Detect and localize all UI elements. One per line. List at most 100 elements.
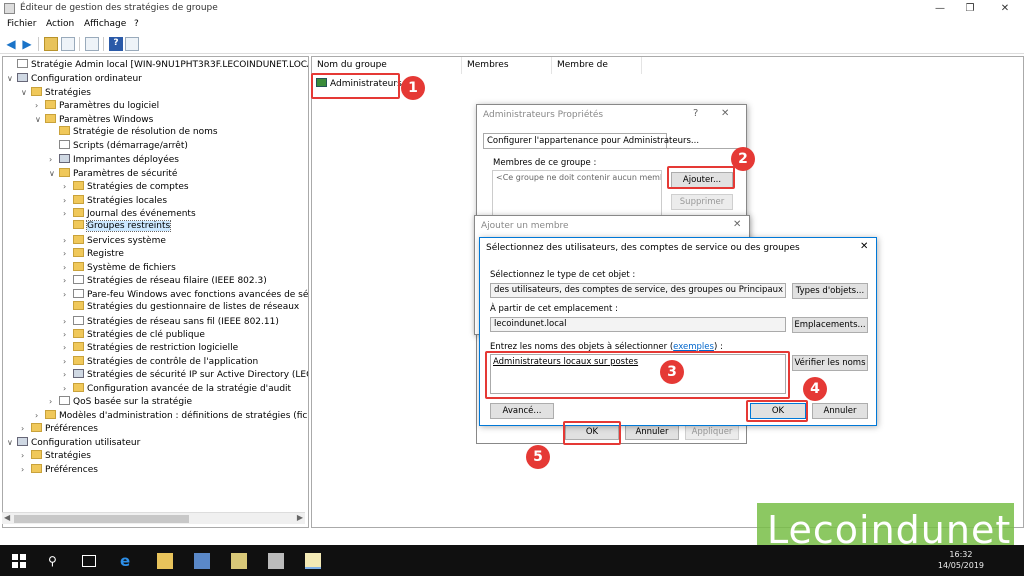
server-manager-icon[interactable] [194, 553, 210, 569]
collapsed-chevron-icon[interactable]: › [63, 207, 73, 220]
windows-start-icon[interactable] [12, 554, 26, 568]
collapsed-chevron-icon[interactable]: › [49, 395, 59, 408]
tree-item[interactable]: › Stratégies de sécurité IP sur Active Di… [63, 368, 308, 381]
collapsed-chevron-icon[interactable]: › [63, 194, 73, 207]
up-folder-icon[interactable] [44, 37, 58, 51]
tree-item[interactable]: › Stratégies de contrôle de l'application [63, 355, 258, 368]
tree-item[interactable]: › Préférences [21, 422, 98, 435]
collapsed-chevron-icon[interactable]: › [21, 422, 31, 435]
tree-item[interactable]: Scripts (démarrage/arrêt) [49, 139, 188, 153]
tree-item[interactable]: › Pare-feu Windows avec fonctions avancée… [63, 288, 308, 301]
object-types-button[interactable]: Types d'objets... [792, 283, 868, 299]
menu-affichage[interactable]: Affichage [84, 19, 126, 29]
column-header-member-of[interactable]: Membre de [552, 57, 642, 74]
tree-item[interactable]: ∨ Paramètres Windows [35, 113, 153, 126]
members-list[interactable]: <Ce groupe ne doit contenir aucun membre… [492, 170, 662, 216]
tree-horizontal-scrollbar[interactable]: ◀ ▶ [2, 512, 305, 524]
collapsed-chevron-icon[interactable]: › [35, 409, 45, 422]
tree-item[interactable]: Stratégies du gestionnaire de listes de … [63, 301, 299, 314]
tree-item[interactable]: Stratégie de résolution de noms [49, 126, 218, 139]
expanded-chevron-icon[interactable]: ∨ [7, 72, 17, 85]
advanced-button[interactable]: Avancé... [490, 403, 554, 419]
tree-item[interactable]: › Système de fichiers [63, 261, 176, 274]
close-icon[interactable]: ✕ [860, 241, 868, 252]
collapsed-chevron-icon[interactable]: › [63, 315, 73, 328]
tree-item[interactable]: ∨ Configuration utilisateur [7, 436, 140, 449]
tree-item[interactable]: › Stratégies de clé publique [63, 328, 205, 341]
properties-apply-button[interactable]: Appliquer [685, 424, 739, 440]
collapsed-chevron-icon[interactable]: › [63, 382, 73, 395]
export-list-icon[interactable] [85, 37, 99, 51]
tree-item[interactable]: › Paramètres du logiciel [35, 99, 159, 112]
tree-item[interactable]: › Configuration avancée de la stratégie d… [63, 382, 291, 395]
collapsed-chevron-icon[interactable]: › [63, 288, 73, 301]
show-tree-icon[interactable] [61, 37, 75, 51]
expanded-chevron-icon[interactable]: ∨ [49, 167, 59, 180]
collapsed-chevron-icon[interactable]: › [63, 328, 73, 341]
task-view-icon[interactable] [82, 555, 96, 567]
tree-pane[interactable]: Stratégie Admin local [WIN-9NU1PHT3R3F.L… [2, 56, 309, 528]
expanded-chevron-icon[interactable]: ∨ [35, 113, 45, 126]
tree-item[interactable]: › Stratégies locales [63, 194, 167, 207]
internet-explorer-icon[interactable]: e [120, 553, 136, 569]
tree-item[interactable]: › Registre [63, 247, 124, 260]
group-policy-editor-icon[interactable] [305, 553, 321, 569]
column-header-members[interactable]: Membres [462, 57, 552, 74]
menu-fichier[interactable]: Fichier [7, 19, 36, 29]
tree-item[interactable]: › Stratégies de comptes [63, 180, 189, 193]
collapsed-chevron-icon[interactable]: › [35, 99, 45, 112]
tree-item[interactable]: ∨ Configuration ordinateur [7, 72, 142, 85]
collapsed-chevron-icon[interactable]: › [21, 463, 31, 476]
tree-item[interactable]: › Stratégies de restriction logicielle [63, 341, 238, 354]
back-arrow-icon[interactable]: ◀ [4, 37, 18, 51]
scroll-left-icon[interactable]: ◀ [4, 513, 10, 522]
tree-item[interactable]: › Journal des événements [63, 207, 196, 220]
locations-button[interactable]: Emplacements... [792, 317, 868, 333]
expanded-chevron-icon[interactable]: ∨ [21, 86, 31, 99]
menu-action[interactable]: Action [46, 19, 74, 29]
check-names-button[interactable]: Vérifier les noms [792, 355, 868, 371]
tree-item[interactable]: Groupes restreints [63, 220, 172, 233]
tree-item[interactable]: › Imprimantes déployées [49, 153, 179, 166]
collapsed-chevron-icon[interactable]: › [63, 368, 73, 381]
tree-item[interactable]: › Stratégies [21, 449, 91, 462]
collapsed-chevron-icon[interactable]: › [63, 355, 73, 368]
tree-item[interactable]: › Préférences [21, 463, 98, 476]
collapsed-chevron-icon[interactable]: › [63, 274, 73, 287]
tree-item[interactable]: Stratégie Admin local [WIN-9NU1PHT3R3F.L… [7, 59, 308, 72]
collapsed-chevron-icon[interactable]: › [63, 341, 73, 354]
maximize-icon[interactable]: ❐ [955, 1, 985, 17]
help-icon[interactable]: ? [109, 37, 123, 51]
expanded-chevron-icon[interactable]: ∨ [7, 436, 17, 449]
tree-item[interactable]: ∨ Stratégies [21, 86, 91, 99]
help-icon[interactable]: ? [693, 108, 698, 119]
tools-icon[interactable] [231, 553, 247, 569]
collapsed-chevron-icon[interactable]: › [21, 449, 31, 462]
mmc-icon[interactable] [268, 553, 284, 569]
collapsed-chevron-icon[interactable]: › [63, 247, 73, 260]
select-cancel-button[interactable]: Annuler [812, 403, 868, 419]
menu-help[interactable]: ? [134, 19, 139, 29]
tree-item[interactable]: › Services système [63, 234, 166, 247]
collapsed-chevron-icon[interactable]: › [63, 261, 73, 274]
tab-membership[interactable]: Configurer l'appartenance pour Administr… [483, 133, 699, 149]
tree-item[interactable]: › Stratégies de réseau sans fil (IEEE 802… [63, 315, 279, 328]
properties-cancel-button[interactable]: Annuler [625, 424, 679, 440]
tree-item[interactable]: › Stratégies de réseau filaire (IEEE 802.… [63, 274, 267, 287]
close-icon[interactable]: ✕ [733, 219, 741, 230]
collapsed-chevron-icon[interactable]: › [63, 234, 73, 247]
search-icon[interactable]: ⚲ [48, 553, 64, 569]
collapsed-chevron-icon[interactable]: › [63, 180, 73, 193]
tree-item[interactable]: ∨ Paramètres de sécurité [49, 167, 177, 180]
file-explorer-icon[interactable] [157, 553, 173, 569]
remove-button[interactable]: Supprimer [671, 194, 733, 210]
column-header-group-name[interactable]: Nom du groupe [312, 57, 462, 74]
forward-arrow-icon[interactable]: ▶ [20, 37, 34, 51]
scroll-right-icon[interactable]: ▶ [297, 513, 303, 522]
tree-item[interactable]: › Modèles d'administration : définitions … [35, 409, 308, 422]
close-icon[interactable]: ✕ [721, 108, 729, 119]
minimize-icon[interactable]: — [925, 1, 955, 17]
tree-item[interactable]: › QoS basée sur la stratégie [49, 395, 192, 408]
properties-icon[interactable] [125, 37, 139, 51]
system-clock[interactable]: 16:32 14/05/2019 [938, 549, 984, 571]
